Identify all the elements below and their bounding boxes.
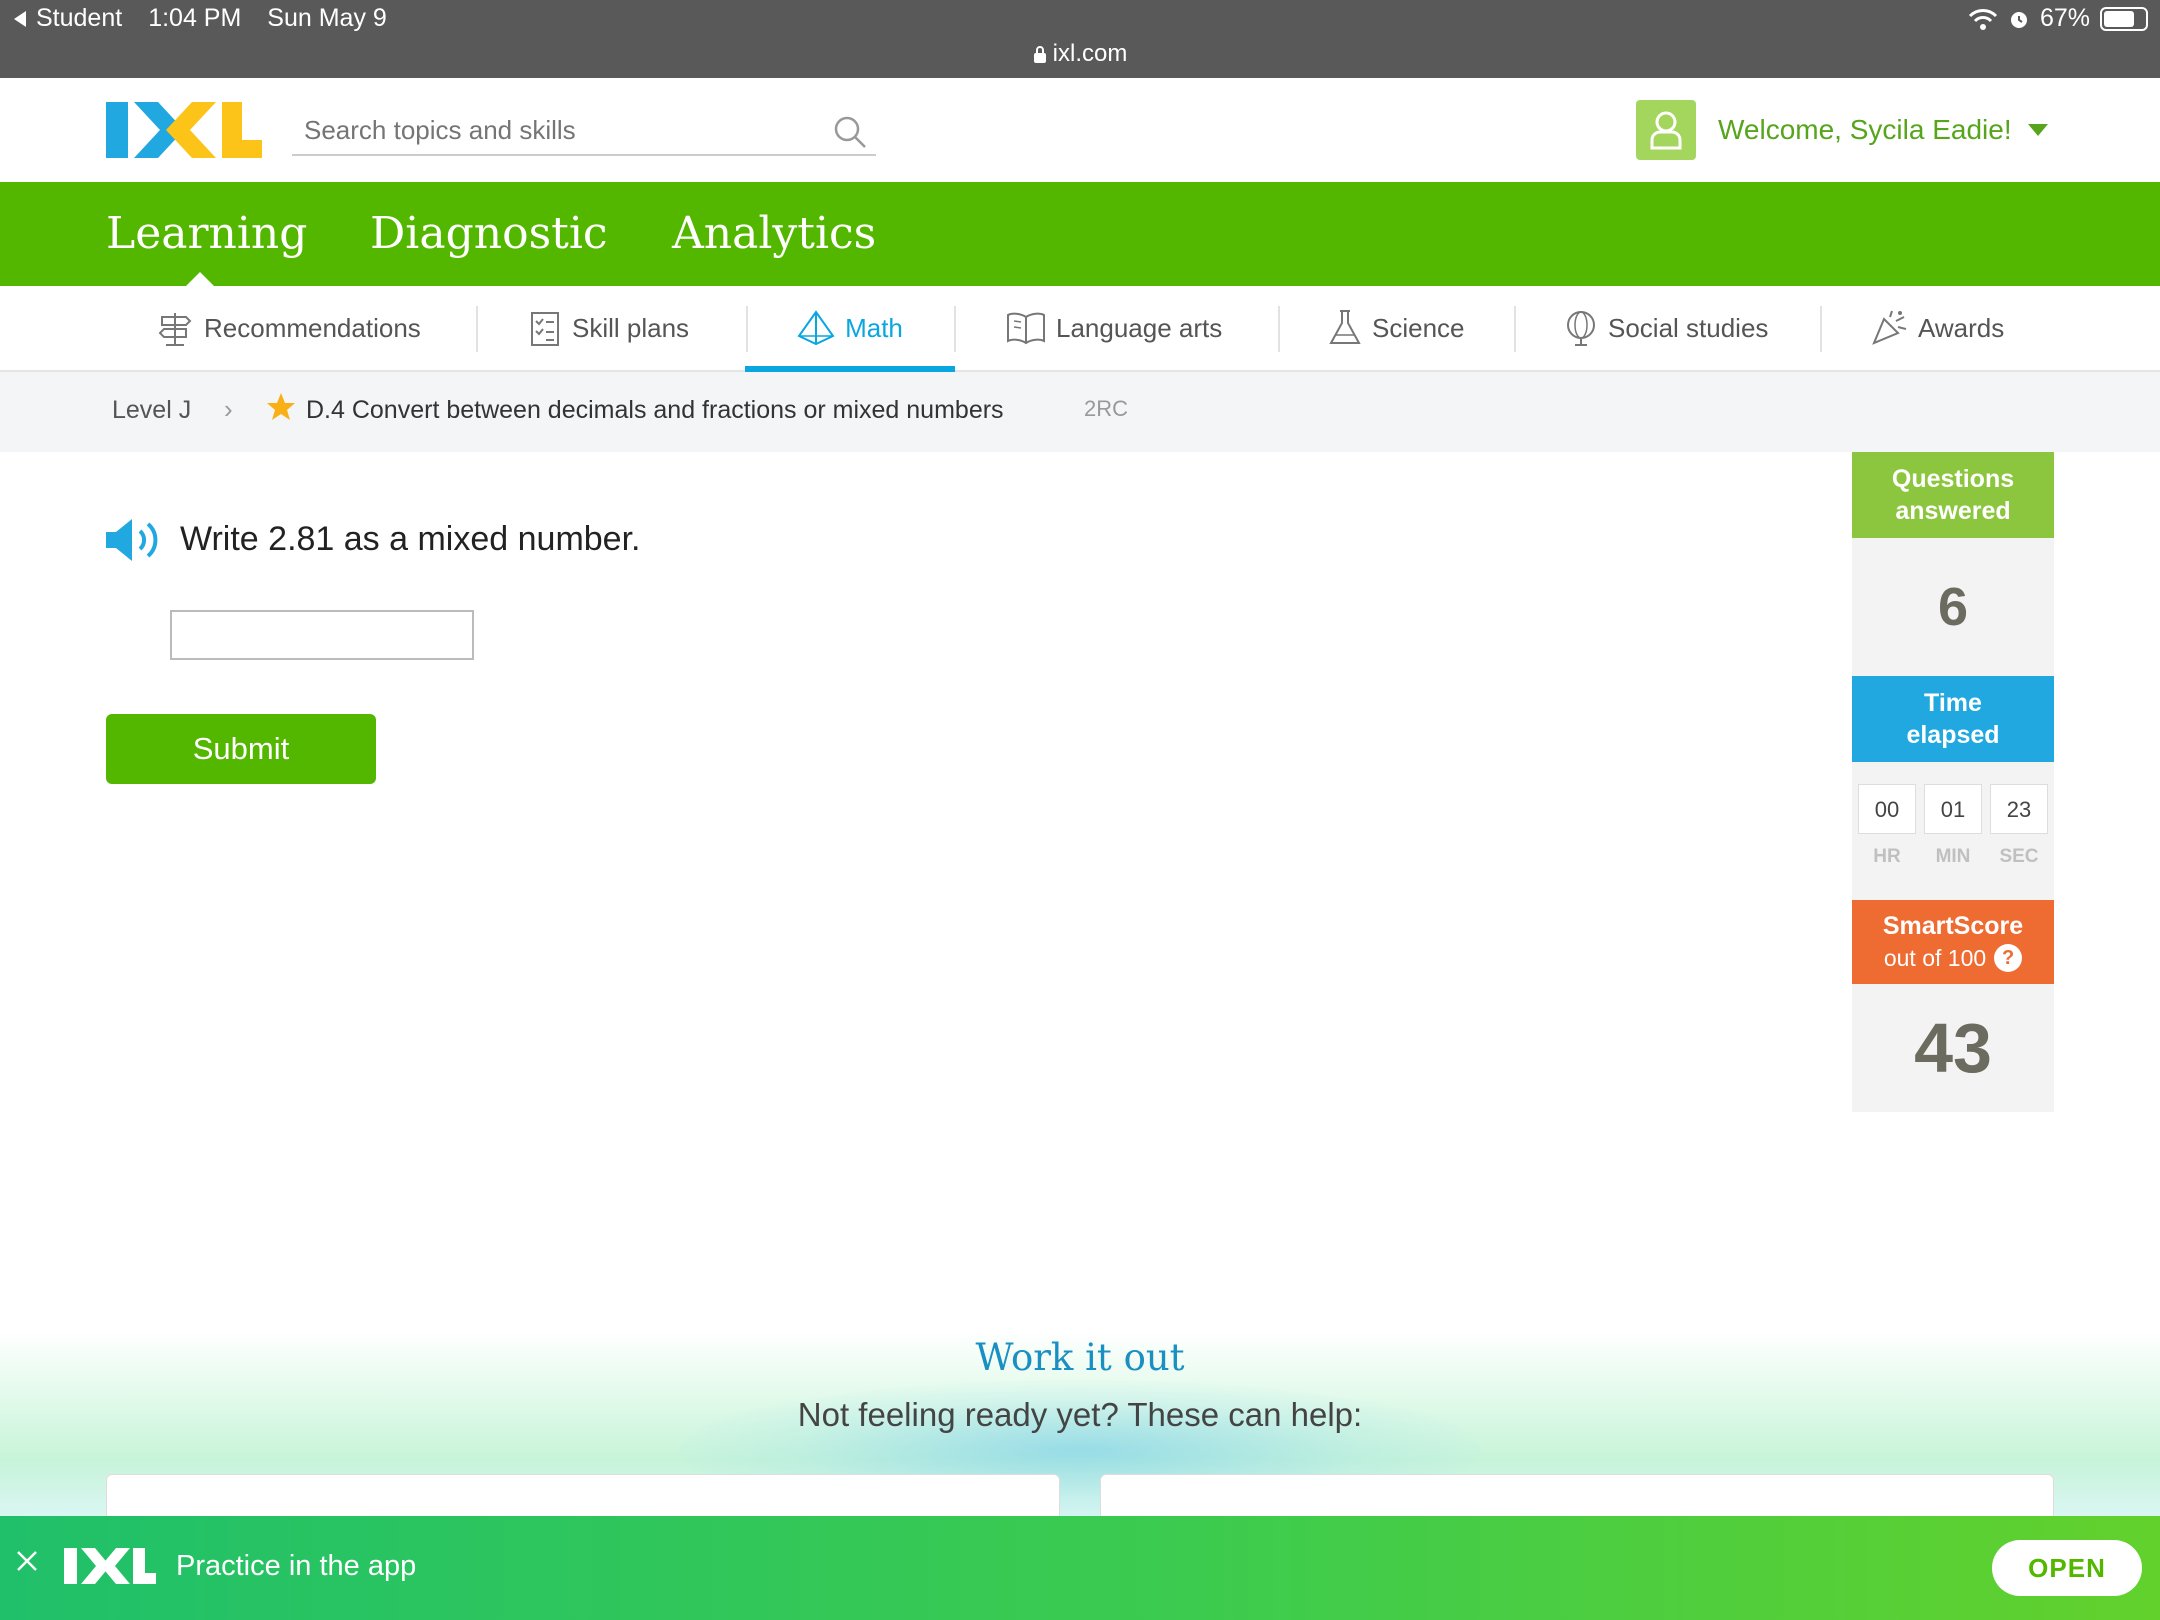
- work-it-out-subtitle: Not feeling ready yet? These can help:: [797, 1396, 1363, 1433]
- time-elapsed-header[interactable]: Time elapsed: [1852, 676, 2054, 762]
- search-input[interactable]: [292, 108, 812, 152]
- breadcrumb: Level J › D.4 Convert between decimals a…: [0, 372, 2160, 452]
- url-text: ixl.com: [1052, 40, 1128, 67]
- main-nav: Learning Diagnostic Analytics: [0, 182, 2160, 286]
- smartscore-sub-label: out of 100: [1883, 945, 1987, 971]
- pyramid-icon: [797, 310, 835, 346]
- chevron-right-icon: ›: [224, 394, 233, 424]
- app-banner-text: Practice in the app: [176, 1550, 417, 1582]
- timer-minutes-label: MIN: [1935, 846, 1971, 867]
- status-bar: Student 1:04 PM Sun May 9 ixl.com 67%: [0, 0, 2160, 78]
- subject-nav: Recommendations Skill plans Math Languag…: [0, 286, 2160, 372]
- skill-title: D.4 Convert between decimals and fractio…: [306, 396, 1004, 424]
- subject-tab-awards[interactable]: Awards: [1870, 286, 2004, 370]
- ixl-logo: [64, 1548, 156, 1584]
- timer-minutes: 01: [1924, 784, 1982, 834]
- checklist-icon: [531, 312, 559, 346]
- questions-answered-header: Questions answered: [1852, 452, 2054, 538]
- stats-panel: Questions answered 6 Time elapsed 00 01 …: [1852, 452, 2054, 1112]
- tab-divider: [476, 306, 478, 352]
- back-app-label: Student: [36, 4, 123, 32]
- wifi-icon: [1968, 8, 1998, 30]
- lock-icon: [1033, 46, 1046, 63]
- battery-percent: 67%: [2039, 4, 2090, 32]
- subject-tab-social-studies[interactable]: Social studies: [1564, 286, 1768, 370]
- user-icon: [1650, 111, 1682, 150]
- work-it-out-title: Work it out: [975, 1336, 1185, 1379]
- tab-divider: [1278, 306, 1280, 352]
- subject-tab-label: Math: [845, 312, 903, 343]
- status-date: Sun May 9: [267, 4, 387, 32]
- user-menu[interactable]: Welcome, Sycila Eadie!: [1636, 100, 2048, 160]
- alarm-icon: [2010, 11, 2027, 28]
- chevron-down-icon[interactable]: [2027, 124, 2048, 136]
- timer-hours: 00: [1858, 784, 1916, 834]
- answer-input[interactable]: [170, 610, 474, 660]
- subject-tab-recommendations[interactable]: Recommendations: [156, 286, 421, 370]
- timer-hours-label: HR: [1873, 846, 1901, 867]
- subject-tab-label: Social studies: [1608, 312, 1769, 343]
- smartscore-label: SmartScore: [1882, 912, 2024, 940]
- timer-seconds: 23: [1990, 784, 2048, 834]
- close-icon[interactable]: [12, 1546, 42, 1576]
- breadcrumb-level-link[interactable]: Level J: [112, 396, 191, 425]
- party-popper-icon: [1872, 310, 1907, 345]
- tab-divider: [1514, 306, 1516, 352]
- ixl-logo[interactable]: [106, 102, 262, 158]
- tab-divider: [954, 306, 956, 352]
- globe-icon: [1567, 311, 1595, 346]
- time-elapsed-label: elapsed: [1906, 721, 2000, 749]
- book-icon: [1007, 312, 1045, 345]
- status-time: 1:04 PM: [148, 4, 242, 32]
- back-arrow-icon: [14, 10, 26, 27]
- timer-seconds-label: SEC: [1999, 846, 2039, 867]
- battery-icon: [2100, 6, 2148, 31]
- avatar[interactable]: [1636, 100, 1696, 160]
- subject-tab-label: Recommendations: [204, 312, 421, 343]
- questions-answered-label: answered: [1895, 497, 2011, 525]
- flask-icon: [1329, 310, 1361, 344]
- subject-tab-skill-plans[interactable]: Skill plans: [528, 286, 689, 370]
- questions-answered-label: Questions: [1891, 465, 2015, 493]
- active-tab-pointer: [186, 272, 214, 286]
- search-box: [292, 108, 876, 156]
- app-banner: Practice in the app OPEN: [0, 1516, 2160, 1620]
- subject-tab-label: Awards: [1918, 312, 2005, 343]
- subject-tab-science[interactable]: Science: [1328, 286, 1465, 370]
- subject-tab-math[interactable]: Math: [745, 286, 955, 372]
- questions-answered-value: 6: [1852, 538, 2054, 676]
- subject-tab-label: Science: [1372, 312, 1465, 343]
- question-prompt: Write 2.81 as a mixed number.: [180, 520, 641, 558]
- signpost-icon: [158, 313, 192, 346]
- search-icon[interactable]: [832, 114, 868, 150]
- speaker-icon[interactable]: [104, 516, 162, 564]
- subject-tab-label: Language arts: [1056, 312, 1223, 343]
- smartscore-value: 43: [1852, 984, 2054, 1112]
- submit-button[interactable]: Submit: [106, 714, 376, 784]
- star-icon: [267, 393, 295, 420]
- skill-code: 2RC: [1084, 396, 1129, 421]
- time-elapsed-value: 00 01 23 HR MIN SEC: [1852, 762, 2054, 900]
- tab-analytics[interactable]: Analytics: [672, 208, 876, 259]
- site-header: Welcome, Sycila Eadie!: [0, 78, 2160, 182]
- smartscore-header: SmartScore out of 100 ?: [1852, 900, 2054, 984]
- subject-tab-language-arts[interactable]: Language arts: [1006, 286, 1222, 370]
- tab-diagnostic[interactable]: Diagnostic: [370, 208, 608, 259]
- help-icon[interactable]: ?: [1994, 944, 2023, 972]
- subject-tab-label: Skill plans: [572, 312, 690, 343]
- url-bar[interactable]: ixl.com: [0, 40, 2160, 68]
- open-app-button[interactable]: OPEN: [1992, 1540, 2142, 1596]
- back-to-app-button[interactable]: Student: [12, 4, 122, 33]
- tab-divider: [1820, 306, 1822, 352]
- tab-learning[interactable]: Learning: [106, 208, 307, 259]
- welcome-text[interactable]: Welcome, Sycila Eadie!: [1718, 114, 2012, 146]
- time-elapsed-label: Time: [1924, 689, 1982, 717]
